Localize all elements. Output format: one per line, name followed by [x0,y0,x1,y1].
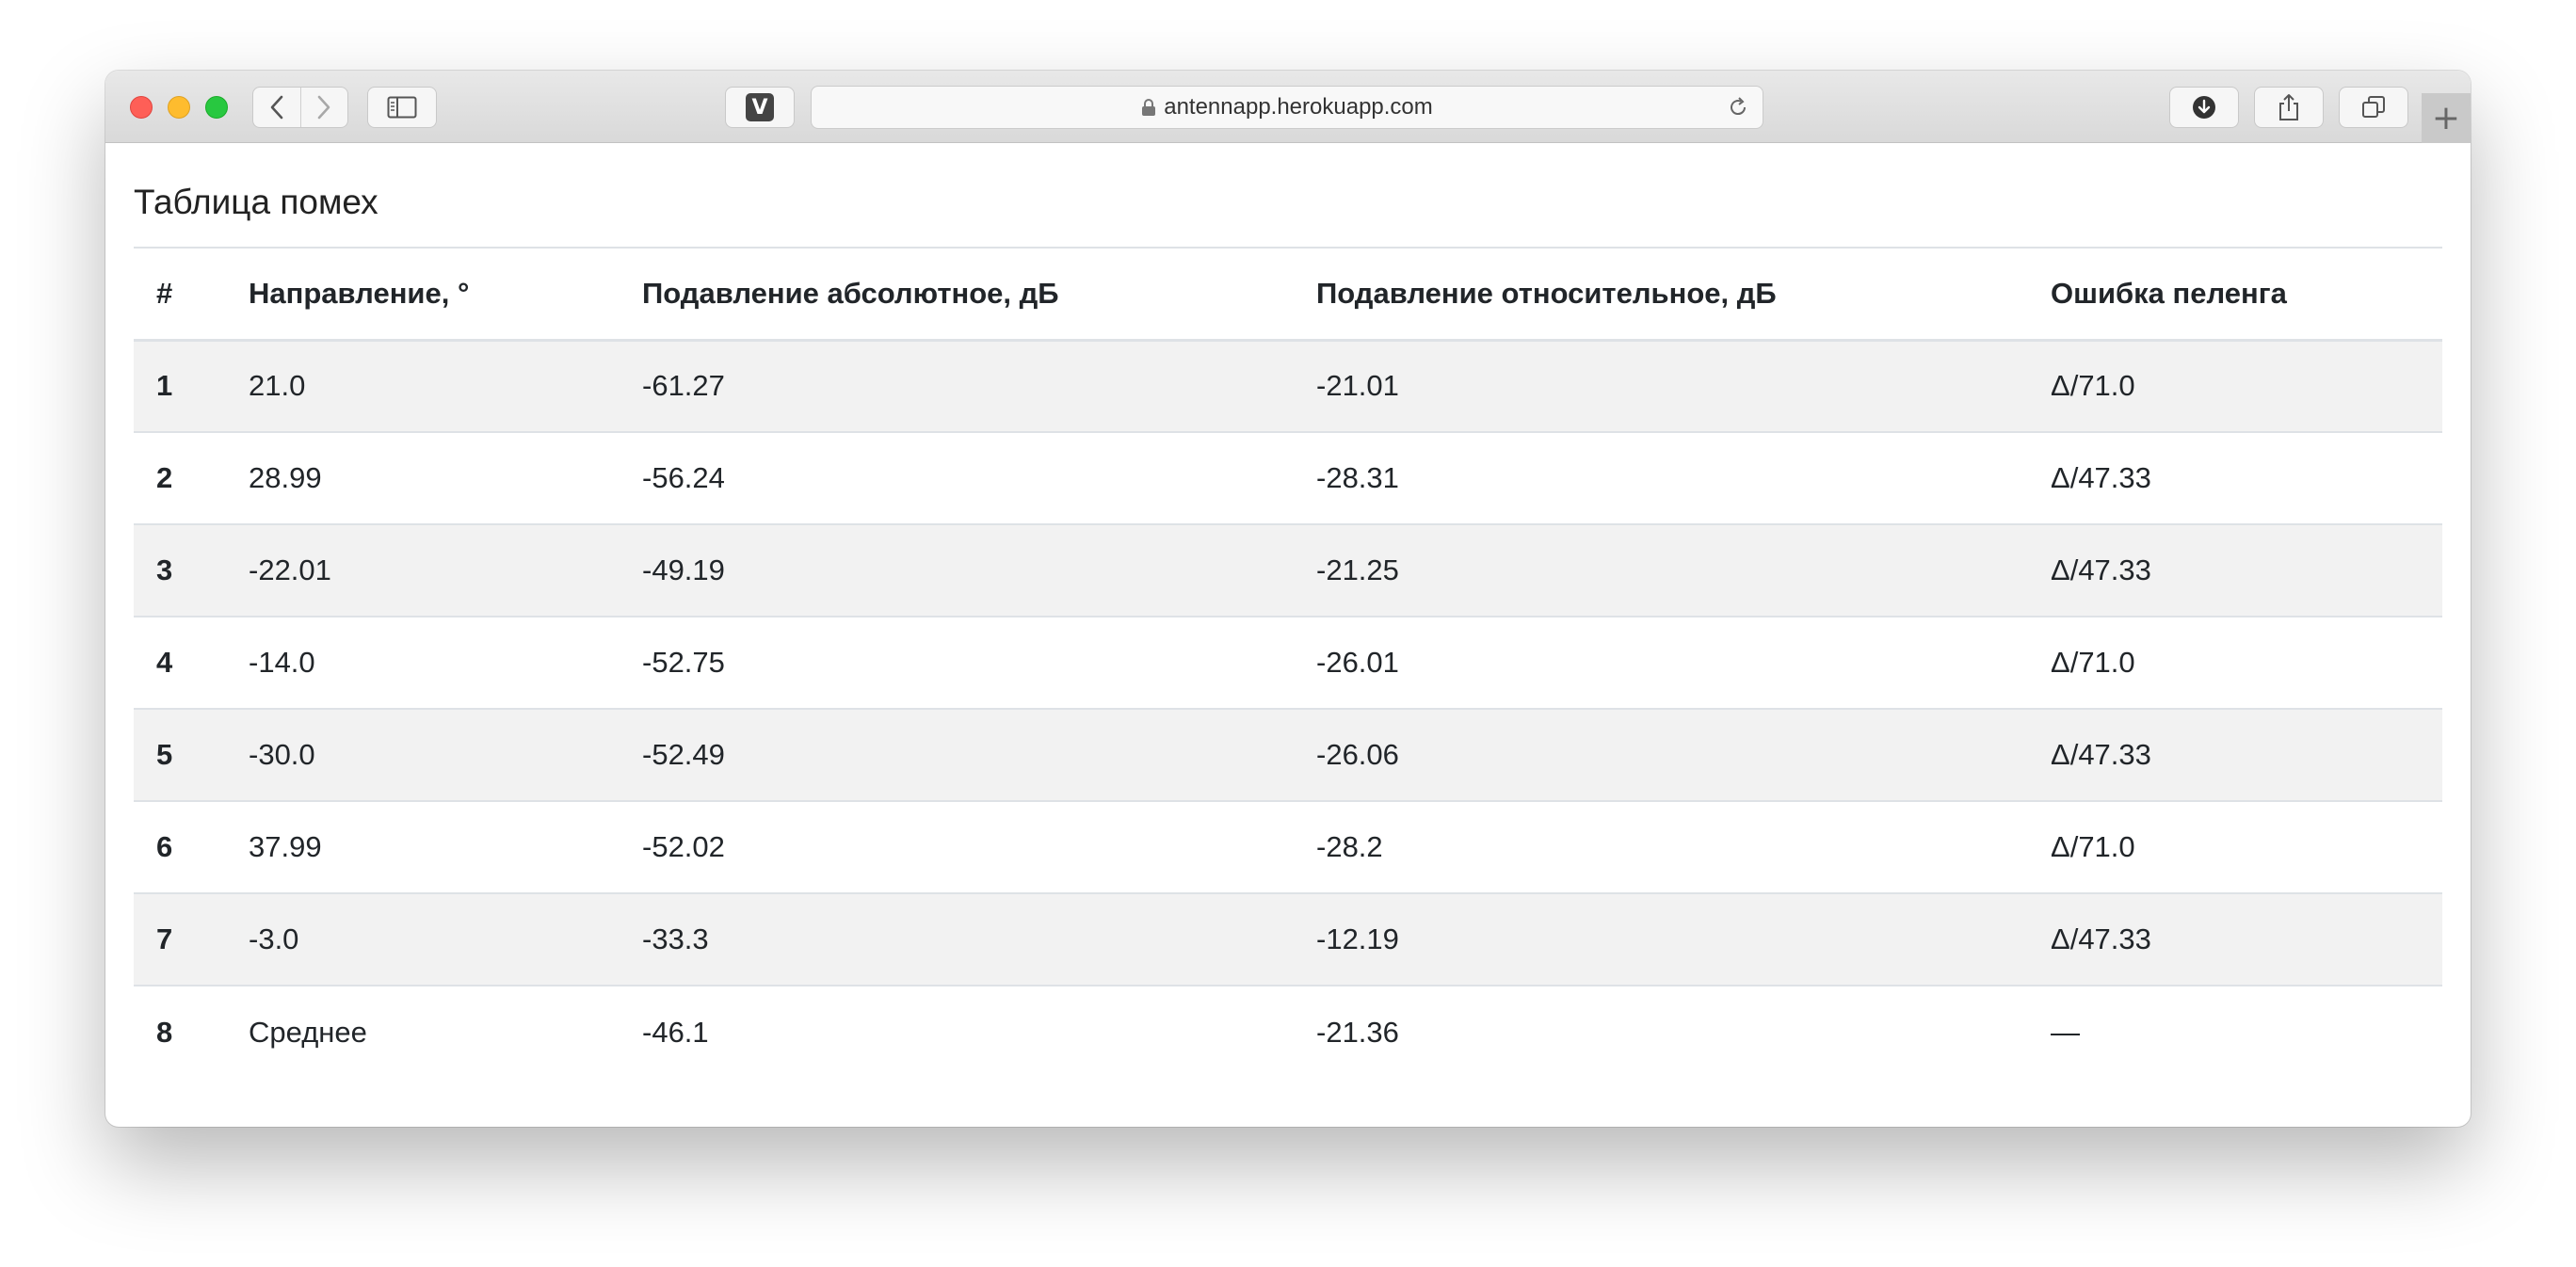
direction-cell: -14.0 [226,617,620,710]
table-row: 7 -3.0 -33.3 -12.19 Δ/47.33 [134,893,2442,986]
table-row-average: 8 Среднее -46.1 -21.36 — [134,986,2442,1078]
row-number: 7 [134,893,226,986]
plus-icon: + [2431,98,2461,137]
relative-suppression-cell: -28.2 [1294,801,2028,894]
share-button[interactable] [2254,87,2324,128]
navigation-buttons [252,87,348,128]
bearing-error-cell: Δ/71.0 [2028,340,2442,433]
bearing-error-cell: Δ/71.0 [2028,801,2442,894]
browser-toolbar: V antennapp.herokuapp.com + [105,71,2471,143]
direction-cell: 28.99 [226,432,620,525]
row-number: 3 [134,524,226,617]
absolute-suppression-cell: -56.24 [620,432,1294,525]
browser-window: V antennapp.herokuapp.com + Таблица поме… [105,71,2471,1127]
row-number: 2 [134,432,226,525]
absolute-suppression-cell: -52.49 [620,709,1294,802]
sidebar-icon [387,96,417,119]
header-relative-suppression: Подавление относительное, дБ [1294,248,2028,342]
absolute-suppression-cell: -46.1 [642,1015,709,1049]
chevron-left-icon [270,95,283,120]
table-header-row: # Направление, ° Подавление абсолютное, … [134,248,2442,342]
new-tab-button[interactable]: + [2422,93,2471,143]
direction-cell: -22.01 [226,524,620,617]
absolute-suppression-cell: -52.02 [620,801,1294,894]
direction-cell: Среднее [249,1015,367,1049]
forward-button[interactable] [299,88,348,127]
relative-suppression-cell: -21.01 [1294,340,2028,433]
table-row: 3 -22.01 -49.19 -21.25 Δ/47.33 [134,524,2442,617]
absolute-suppression-cell: -49.19 [620,524,1294,617]
table-row: 6 37.99 -52.02 -28.2 Δ/71.0 [134,801,2442,894]
absolute-suppression-cell: -52.75 [620,617,1294,710]
header-bearing-error: Ошибка пеленга [2028,248,2442,342]
share-icon [2279,94,2298,120]
page-title: Таблица помех [134,183,378,221]
interference-table: # Направление, ° Подавление абсолютное, … [134,247,2442,1078]
row-number: 4 [134,617,226,710]
row-number: 1 [134,340,226,433]
reload-icon[interactable] [1727,96,1749,125]
header-absolute-suppression: Подавление абсолютное, дБ [620,248,1294,342]
table-row: 5 -30.0 -52.49 -26.06 Δ/47.33 [134,709,2442,802]
close-window-button[interactable] [130,96,153,119]
extension-button[interactable]: V [725,87,795,128]
relative-suppression-cell: -26.01 [1294,617,2028,710]
page-content: Таблица помех # Направление, ° Подавлени… [134,143,2442,1078]
absolute-suppression-cell: -61.27 [620,340,1294,433]
show-tabs-button[interactable] [2339,87,2408,128]
row-number: 8 [156,1015,173,1049]
header-direction: Направление, ° [226,248,620,342]
lock-icon [1141,98,1156,117]
bearing-error-cell: Δ/47.33 [2028,893,2442,986]
extension-label: V [751,95,768,120]
bearing-error-cell: Δ/71.0 [2028,617,2442,710]
relative-suppression-cell: -21.25 [1294,524,2028,617]
url-text: antennapp.herokuapp.com [1164,94,1433,120]
direction-cell: -30.0 [226,709,620,802]
table-row: 2 28.99 -56.24 -28.31 Δ/47.33 [134,432,2442,525]
downloads-button[interactable] [2169,87,2239,128]
direction-cell: 21.0 [226,340,620,433]
download-icon [2193,96,2215,119]
zoom-window-button[interactable] [205,96,228,119]
tabs-overview-icon [2362,96,2385,118]
sidebar-toggle-button[interactable] [367,87,437,128]
absolute-suppression-cell: -33.3 [620,893,1294,986]
direction-cell: -3.0 [226,893,620,986]
header-number: # [134,248,226,342]
relative-suppression-cell: -26.06 [1294,709,2028,802]
address-bar[interactable]: antennapp.herokuapp.com [811,86,1763,129]
table-row: 1 21.0 -61.27 -21.01 Δ/71.0 [134,340,2442,433]
back-button[interactable] [253,88,300,127]
relative-suppression-cell: -12.19 [1294,893,2028,986]
row-number: 5 [134,709,226,802]
direction-cell: 37.99 [226,801,620,894]
bearing-error-cell: — [2051,1015,2080,1049]
bearing-error-cell: Δ/47.33 [2028,709,2442,802]
bearing-error-cell: Δ/47.33 [2028,432,2442,525]
bearing-error-cell: Δ/47.33 [2028,524,2442,617]
row-number: 6 [134,801,226,894]
minimize-window-button[interactable] [168,96,190,119]
table-row: 4 -14.0 -52.75 -26.01 Δ/71.0 [134,617,2442,710]
extension-v-icon: V [746,93,774,121]
relative-suppression-cell: -21.36 [1316,1015,1399,1049]
chevron-right-icon [317,95,330,120]
relative-suppression-cell: -28.31 [1294,432,2028,525]
